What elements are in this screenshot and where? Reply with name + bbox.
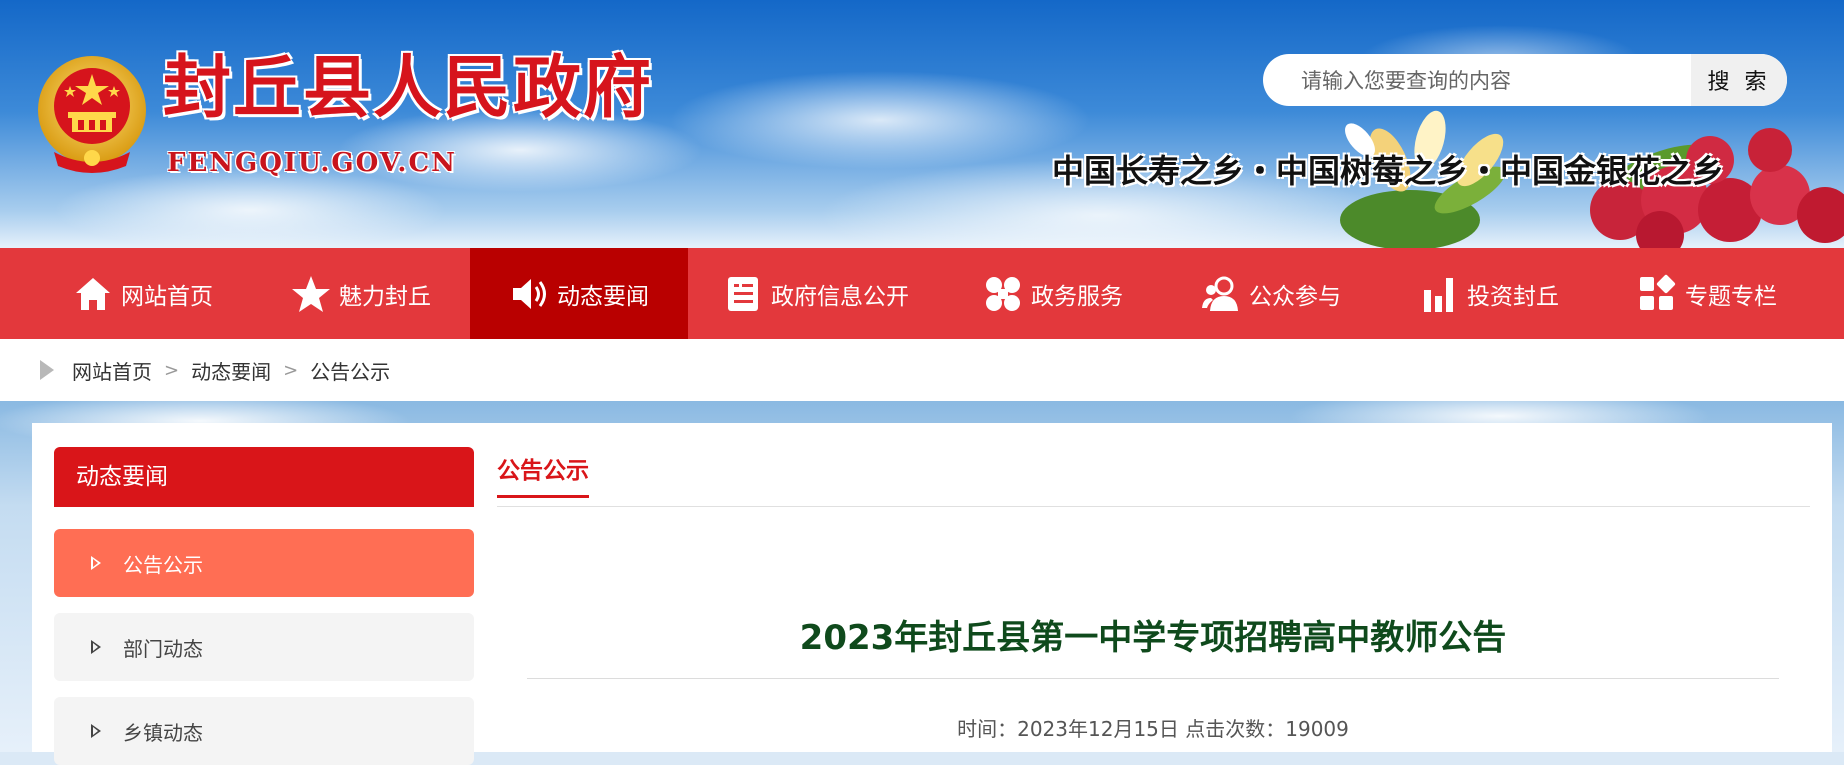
nav-item-gov-info[interactable]: 政府信息公开 xyxy=(688,248,944,339)
search-box: 搜 索 xyxy=(1263,54,1787,108)
search-button[interactable]: 搜 索 xyxy=(1691,54,1787,106)
nav-item-label: 政务服务 xyxy=(1031,283,1123,310)
breadcrumb-news[interactable]: 动态要闻 xyxy=(191,356,271,385)
nav-item-charm[interactable]: 魅力封丘 xyxy=(252,248,470,339)
breadcrumb: 网站首页 > 动态要闻 > 公告公示 xyxy=(40,339,390,401)
sidebar-item-label: 公告公示 xyxy=(123,552,203,577)
search-input[interactable] xyxy=(1299,54,1683,108)
sidebar-item-township-news[interactable]: 乡镇动态 xyxy=(54,697,474,765)
sidebar-item-label: 乡镇动态 xyxy=(123,720,203,745)
national-emblem-icon xyxy=(38,56,146,173)
nav-item-home[interactable]: 网站首页 xyxy=(34,248,252,339)
site-title: 封丘县人民政府 xyxy=(163,48,654,128)
nav-item-label: 网站首页 xyxy=(121,283,213,310)
star-icon xyxy=(292,275,330,312)
breadcrumb-bar: 网站首页 > 动态要闻 > 公告公示 xyxy=(0,339,1844,401)
speaker-icon xyxy=(513,278,546,309)
site-header: 封丘县人民政府 FENGQIU.GOV.CN 中国长寿之乡・中国树莓之乡・中国金… xyxy=(0,0,1844,248)
home-icon xyxy=(76,277,110,310)
sidebar-item-announcements[interactable]: 公告公示 xyxy=(54,529,474,597)
document-icon xyxy=(728,276,758,311)
nav-item-special-topics[interactable]: 专题专栏 xyxy=(1598,248,1816,339)
breadcrumb-arrow-icon xyxy=(40,360,54,380)
nav-item-label: 魅力封丘 xyxy=(339,283,431,310)
service-icon xyxy=(986,276,1020,311)
article-meta: 时间：2023年12月15日 点击次数：19009 xyxy=(957,717,1349,741)
article-title: 2023年封丘县第一中学专项招聘高中教师公告 xyxy=(799,618,1507,658)
grid-icon xyxy=(1640,274,1676,310)
article-divider xyxy=(527,678,1779,679)
nav-item-public-participation[interactable]: 公众参与 xyxy=(1162,248,1380,339)
nav-item-label: 专题专栏 xyxy=(1685,283,1777,310)
tab-divider xyxy=(497,506,1810,507)
tab-announcements[interactable]: 公告公示 xyxy=(497,460,589,498)
caret-right-icon xyxy=(91,556,101,570)
nav-item-gov-service[interactable]: 政务服务 xyxy=(944,248,1162,339)
breadcrumb-home[interactable]: 网站首页 xyxy=(72,356,152,385)
site-domain: FENGQIU.GOV.CN xyxy=(167,148,457,178)
chevron-right-icon: > xyxy=(283,359,299,381)
nav-item-invest[interactable]: 投资封丘 xyxy=(1380,248,1598,339)
caret-right-icon xyxy=(91,640,101,654)
slogan: 中国长寿之乡・中国树莓之乡・中国金银花之乡 xyxy=(1052,152,1725,190)
people-icon xyxy=(1202,276,1238,311)
nav-item-label: 政府信息公开 xyxy=(771,283,909,310)
nav-item-label: 公众参与 xyxy=(1249,283,1341,310)
main-nav: 网站首页 魅力封丘 动态要闻 政府信息公开 政务服务 公众参与 投资封丘 专题专… xyxy=(0,248,1844,339)
nav-item-label: 投资封丘 xyxy=(1467,283,1559,310)
sidebar-title: 动态要闻 xyxy=(54,447,474,507)
chevron-right-icon: > xyxy=(164,359,180,381)
nav-item-label: 动态要闻 xyxy=(557,283,649,310)
breadcrumb-current[interactable]: 公告公示 xyxy=(310,356,390,385)
bar-chart-icon xyxy=(1424,277,1453,312)
sidebar-item-label: 部门动态 xyxy=(123,636,203,661)
sidebar-item-department-news[interactable]: 部门动态 xyxy=(54,613,474,681)
caret-right-icon xyxy=(91,724,101,738)
nav-item-news[interactable]: 动态要闻 xyxy=(470,248,688,339)
